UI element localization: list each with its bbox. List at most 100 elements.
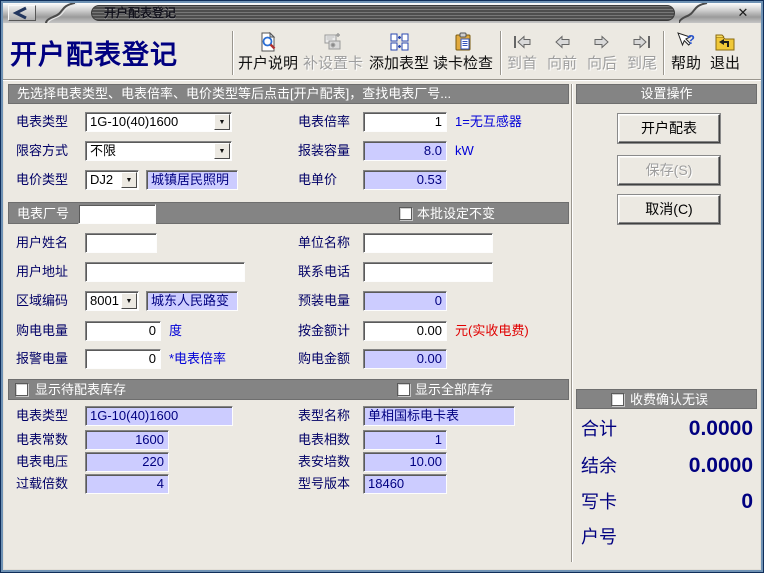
meter-ratio-input[interactable]: 1 [363,112,447,132]
panel-divider [571,84,573,562]
setup-card-button: 补设置卡 [301,30,365,78]
svg-text:?: ? [687,32,695,47]
exit-folder-icon [707,30,743,54]
batch-fixed-checkbox[interactable] [399,207,412,220]
stock-meter-type-value: 1G-10(40)1600 [85,406,233,426]
toolbar-separator [232,31,234,75]
chevron-down-icon[interactable]: ▼ [121,172,137,188]
unit-price-value: 0.53 [363,170,447,190]
prev-record-icon [544,30,580,54]
ampere-label: 表安培数 [298,452,350,472]
meter-type-label: 电表类型 [16,112,68,132]
form-row: 报警电量 0 *电表倍率 购电金额 0.00 [8,349,569,370]
form-row: 购电电量 0 度 按金额计 0.00 元(实收电费) [8,321,569,342]
close-icon[interactable]: ✕ [734,5,752,21]
form-row: 限容方式 不限 ▼ 报装容量 8.0 kW [8,141,569,162]
page-title: 开户配表登记 [10,33,178,72]
alarm-qty-label: 报警电量 [16,349,68,369]
open-account-button[interactable]: 开户配表 [618,114,720,143]
purchase-qty-unit: 度 [169,321,182,341]
region-desc: 城东人民路变 [146,291,238,311]
help-cursor-icon: ? [668,30,704,54]
model-ver-value: 18460 [363,474,447,494]
price-type-select[interactable]: DJ2 ▼ [85,170,139,190]
phases-label: 电表相数 [298,430,350,450]
account-row: 户号 [578,521,756,553]
toolbar-divider [3,79,761,81]
purchase-qty-input[interactable]: 0 [85,321,161,341]
chevron-down-icon[interactable]: ▼ [121,293,137,309]
capacity-unit: kW [455,141,474,161]
stock-meter-type-label: 电表类型 [16,406,68,426]
user-name-label: 用户姓名 [16,233,68,253]
by-amount-label: 按金额计 [298,321,350,341]
org-name-input[interactable] [363,233,493,253]
alarm-qty-input[interactable]: 0 [85,349,161,369]
nav-first-button: 到首 [504,30,540,78]
purchase-amt-value: 0.00 [363,349,447,369]
alarm-qty-hint: *电表倍率 [169,349,226,369]
preload-label: 预装电量 [298,291,350,311]
ampere-value: 10.00 [363,452,447,472]
preload-value: 0 [363,291,447,311]
chevron-down-icon[interactable]: ▼ [214,143,230,159]
factory-no-input[interactable] [78,204,156,224]
open-help-button[interactable]: 开户说明 [236,30,300,78]
panel-header: 设置操作 [576,84,757,104]
exit-button[interactable]: 退出 [707,30,743,78]
help-button[interactable]: ? 帮助 [668,30,704,78]
cancel-button[interactable]: 取消(C) [618,195,720,224]
phone-label: 联系电话 [298,262,350,282]
fee-confirm-checkbox[interactable] [611,393,624,406]
instruction-bar: 先选择电表类型、电表倍率、电价类型等后点击[开户配表]，查找电表厂号... [8,84,569,104]
app-logo-icon[interactable] [8,5,36,21]
clipboard-icon [431,30,495,54]
balance-value: 0.0000 [689,450,753,482]
nav-prev-button: 向前 [544,30,580,78]
fee-confirm-label: 收费确认无误 [630,390,708,410]
show-all-stock-label: 显示全部库存 [415,380,493,400]
app-window: 开户配表登记 ✕ 开户配表登记 开户说明 补设置卡 添加表型 读卡检查 [0,0,764,573]
form-row: 电表常数 1600 电表相数 1 [8,430,569,451]
next-record-icon [584,30,620,54]
limit-mode-select[interactable]: 不限 ▼ [85,141,232,161]
form-row: 电表类型 1G-10(40)1600 ▼ 电表倍率 1 1=无互感器 [8,112,569,133]
save-button: 保存(S) [618,156,720,185]
by-amount-input[interactable]: 0.00 [363,321,447,341]
constant-label: 电表常数 [16,430,68,450]
titlebar-curve-left [43,3,77,23]
region-code-label: 区域编码 [16,291,68,311]
unit-price-label: 电单价 [298,170,337,190]
org-name-label: 单位名称 [298,233,350,253]
meter-ratio-label: 电表倍率 [298,112,350,132]
write-card-value: 0 [741,486,753,518]
meter-type-select[interactable]: 1G-10(40)1600 ▼ [85,112,232,132]
user-addr-label: 用户地址 [16,262,68,282]
form-row: 用户地址 联系电话 [8,262,569,283]
show-all-stock-checkbox[interactable] [397,383,410,396]
add-meter-type-button[interactable]: 添加表型 [367,30,431,78]
form-row: 电表电压 220 表安培数 10.00 [8,452,569,473]
region-code-select[interactable]: 8001 ▼ [85,291,139,311]
last-record-icon [624,30,660,54]
first-record-icon [504,30,540,54]
purchase-amt-label: 购电金额 [298,349,350,369]
chevron-down-icon[interactable]: ▼ [214,114,230,130]
read-card-check-button[interactable]: 读卡检查 [431,30,495,78]
total-row: 合计 0.0000 [578,413,756,445]
purchase-qty-label: 购电电量 [16,321,68,341]
account-label: 户号 [581,521,617,553]
model-ver-label: 型号版本 [298,474,350,494]
phases-value: 1 [363,430,447,450]
phone-input[interactable] [363,262,493,282]
capacity-label: 报装容量 [298,141,350,161]
show-pending-stock-checkbox[interactable] [15,383,28,396]
voltage-label: 电表电压 [16,452,68,472]
voltage-value: 220 [85,452,169,472]
user-name-input[interactable] [85,233,157,253]
factory-no-band: 电表厂号 本批设定不变 [8,202,569,224]
overload-label: 过载倍数 [16,474,68,494]
user-addr-input[interactable] [85,262,245,282]
price-type-desc: 城镇居民照明 [146,170,238,190]
nav-last-button: 到尾 [624,30,660,78]
